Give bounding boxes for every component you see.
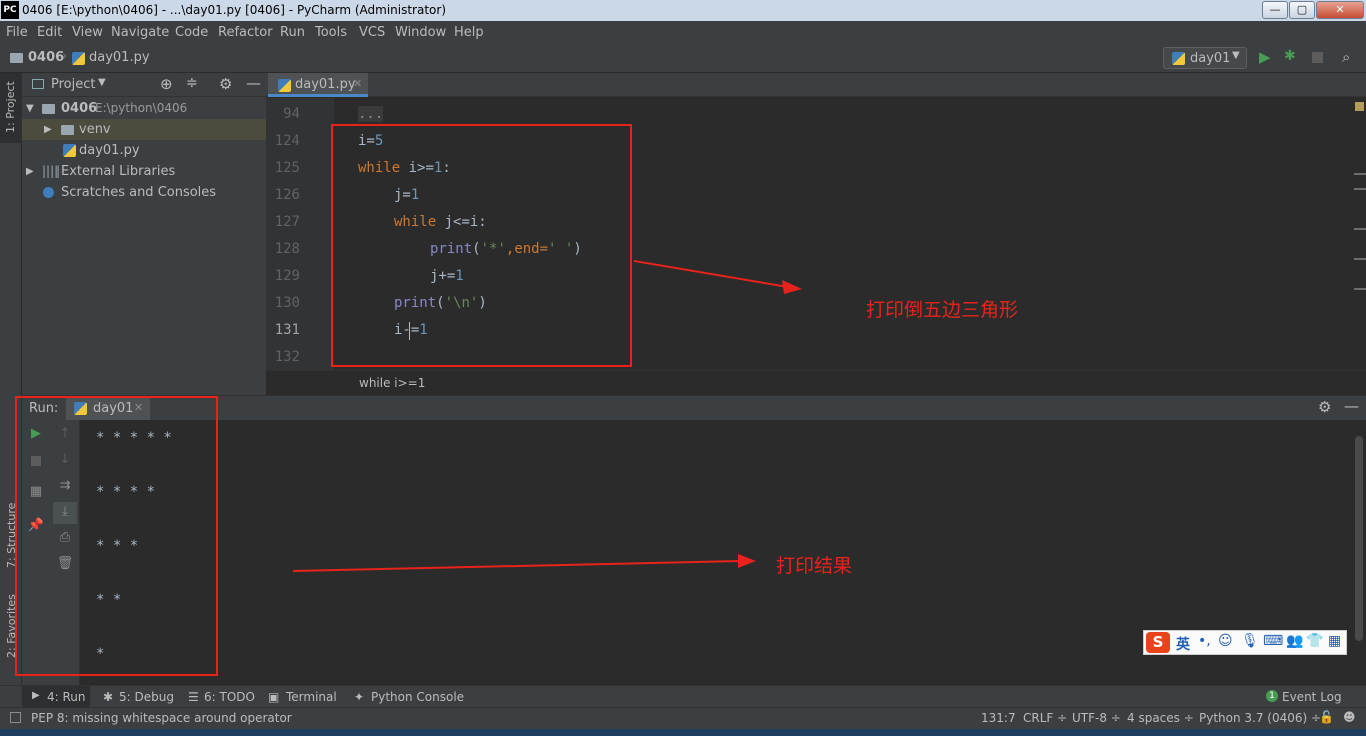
terminal-icon: ▣: [268, 690, 280, 704]
status-indent[interactable]: 4 spaces ÷: [1127, 711, 1194, 725]
os-taskbar: [0, 729, 1366, 736]
python-console-icon: ✦: [354, 690, 365, 704]
tool-python-console-button[interactable]: Python Console: [371, 690, 464, 704]
ime-lang-label[interactable]: 英: [1176, 634, 1190, 654]
ime-user-icon[interactable]: 👥: [1286, 633, 1303, 649]
event-count-badge: 1: [1266, 690, 1278, 702]
ime-mic-icon[interactable]: 🎙: [1241, 633, 1259, 649]
ime-toolbar[interactable]: S 英 •, ☺ 🎙 ⌨ 👥 👕 ▦: [1143, 630, 1347, 655]
annotation-code-label: 打印倒五边三角形: [866, 299, 1019, 321]
debug-icon: ✱: [103, 690, 114, 704]
ime-emoji-icon[interactable]: ☺: [1218, 633, 1233, 649]
status-position[interactable]: 131:7: [981, 711, 1016, 725]
tool-window-bar: ▶ 4: Run ✱ 5: Debug ☰ 6: TODO ▣ Terminal…: [0, 685, 1366, 708]
status-encoding[interactable]: UTF-8 ÷: [1072, 711, 1121, 725]
tool-todo-button[interactable]: 6: TODO: [204, 690, 255, 704]
ime-punct-icon[interactable]: •,: [1198, 633, 1211, 649]
arrow-to-output-label: [292, 560, 741, 572]
status-message: PEP 8: missing whitespace around operato…: [31, 711, 292, 725]
status-line-separator[interactable]: CRLF ÷: [1023, 711, 1067, 725]
ime-grid-icon[interactable]: ▦: [1328, 633, 1341, 649]
tool-windows-toggle-icon[interactable]: [10, 712, 21, 723]
lock-icon[interactable]: 🔓: [1319, 710, 1334, 724]
tool-debug-button[interactable]: 5: Debug: [119, 690, 174, 704]
annotation-arrows: [292, 260, 802, 572]
inspector-icon[interactable]: ☻: [1343, 710, 1356, 724]
play-icon: ▶: [32, 690, 40, 701]
arrowhead-icon: [738, 554, 756, 568]
status-bar: PEP 8: missing whitespace around operato…: [0, 707, 1366, 729]
ime-skin-icon[interactable]: 👕: [1306, 633, 1323, 649]
ime-keyboard-icon[interactable]: ⌨: [1263, 633, 1283, 649]
tool-terminal-button[interactable]: Terminal: [286, 690, 337, 704]
arrowhead-icon: [782, 280, 802, 294]
tool-run-button[interactable]: ▶ 4: Run: [22, 686, 90, 708]
tool-run-label: 4: Run: [47, 690, 86, 704]
annotation-output-label: 打印结果: [776, 555, 853, 577]
todo-icon: ☰: [188, 690, 199, 704]
ime-logo-icon: S: [1146, 632, 1170, 653]
arrow-to-code-label: [633, 260, 789, 288]
tool-event-log-button[interactable]: Event Log: [1282, 690, 1342, 704]
status-interpreter[interactable]: Python 3.7 (0406) ÷: [1199, 711, 1321, 725]
